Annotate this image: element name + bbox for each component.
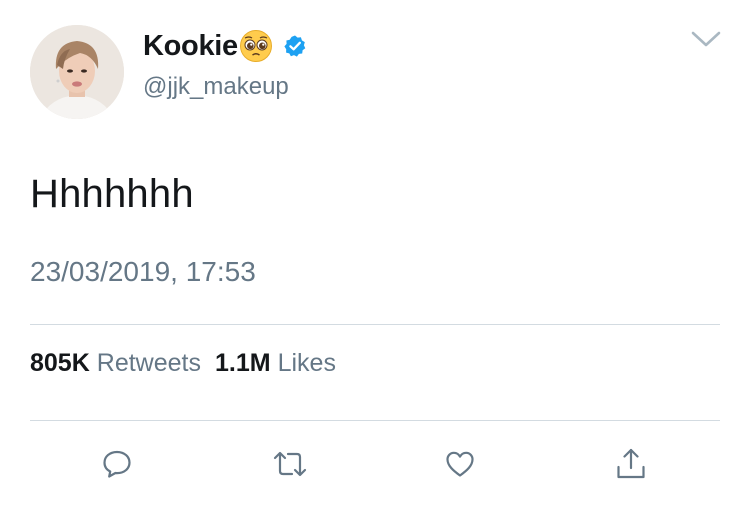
retweet-button[interactable] — [270, 444, 310, 484]
likes-count: 1.1M — [214, 349, 271, 377]
chevron-down-icon — [691, 31, 721, 47]
retweets-count: 805K — [30, 349, 90, 377]
display-name[interactable]: Kookie — [143, 30, 238, 63]
reply-button[interactable] — [97, 444, 137, 484]
divider — [30, 420, 720, 421]
share-button[interactable] — [611, 444, 651, 484]
tweet-stats: 805K Retweets 1.1M Likes — [30, 349, 336, 378]
retweet-icon — [273, 451, 307, 477]
tweet-text: Hhhhhhh — [30, 172, 194, 216]
reply-icon — [103, 450, 131, 478]
pleading-face-emoji — [239, 29, 273, 63]
divider — [30, 324, 720, 325]
like-button[interactable] — [440, 444, 480, 484]
likes-stat[interactable]: 1.1M Likes — [215, 349, 336, 377]
heart-icon — [446, 451, 474, 477]
profile-photo — [30, 25, 124, 119]
retweets-label: Retweets — [96, 349, 201, 377]
avatar[interactable] — [30, 25, 124, 119]
share-icon — [617, 448, 645, 479]
tweet-menu-button[interactable] — [690, 28, 722, 50]
likes-label: Likes — [277, 349, 336, 377]
author-name-row[interactable]: Kookie — [143, 28, 307, 64]
tweet-timestamp[interactable]: 23/03/2019, 17:53 — [30, 256, 256, 288]
verified-badge-icon — [283, 34, 307, 58]
retweets-stat[interactable]: 805K Retweets — [30, 349, 201, 377]
user-handle[interactable]: @jjk_makeup — [143, 73, 289, 101]
